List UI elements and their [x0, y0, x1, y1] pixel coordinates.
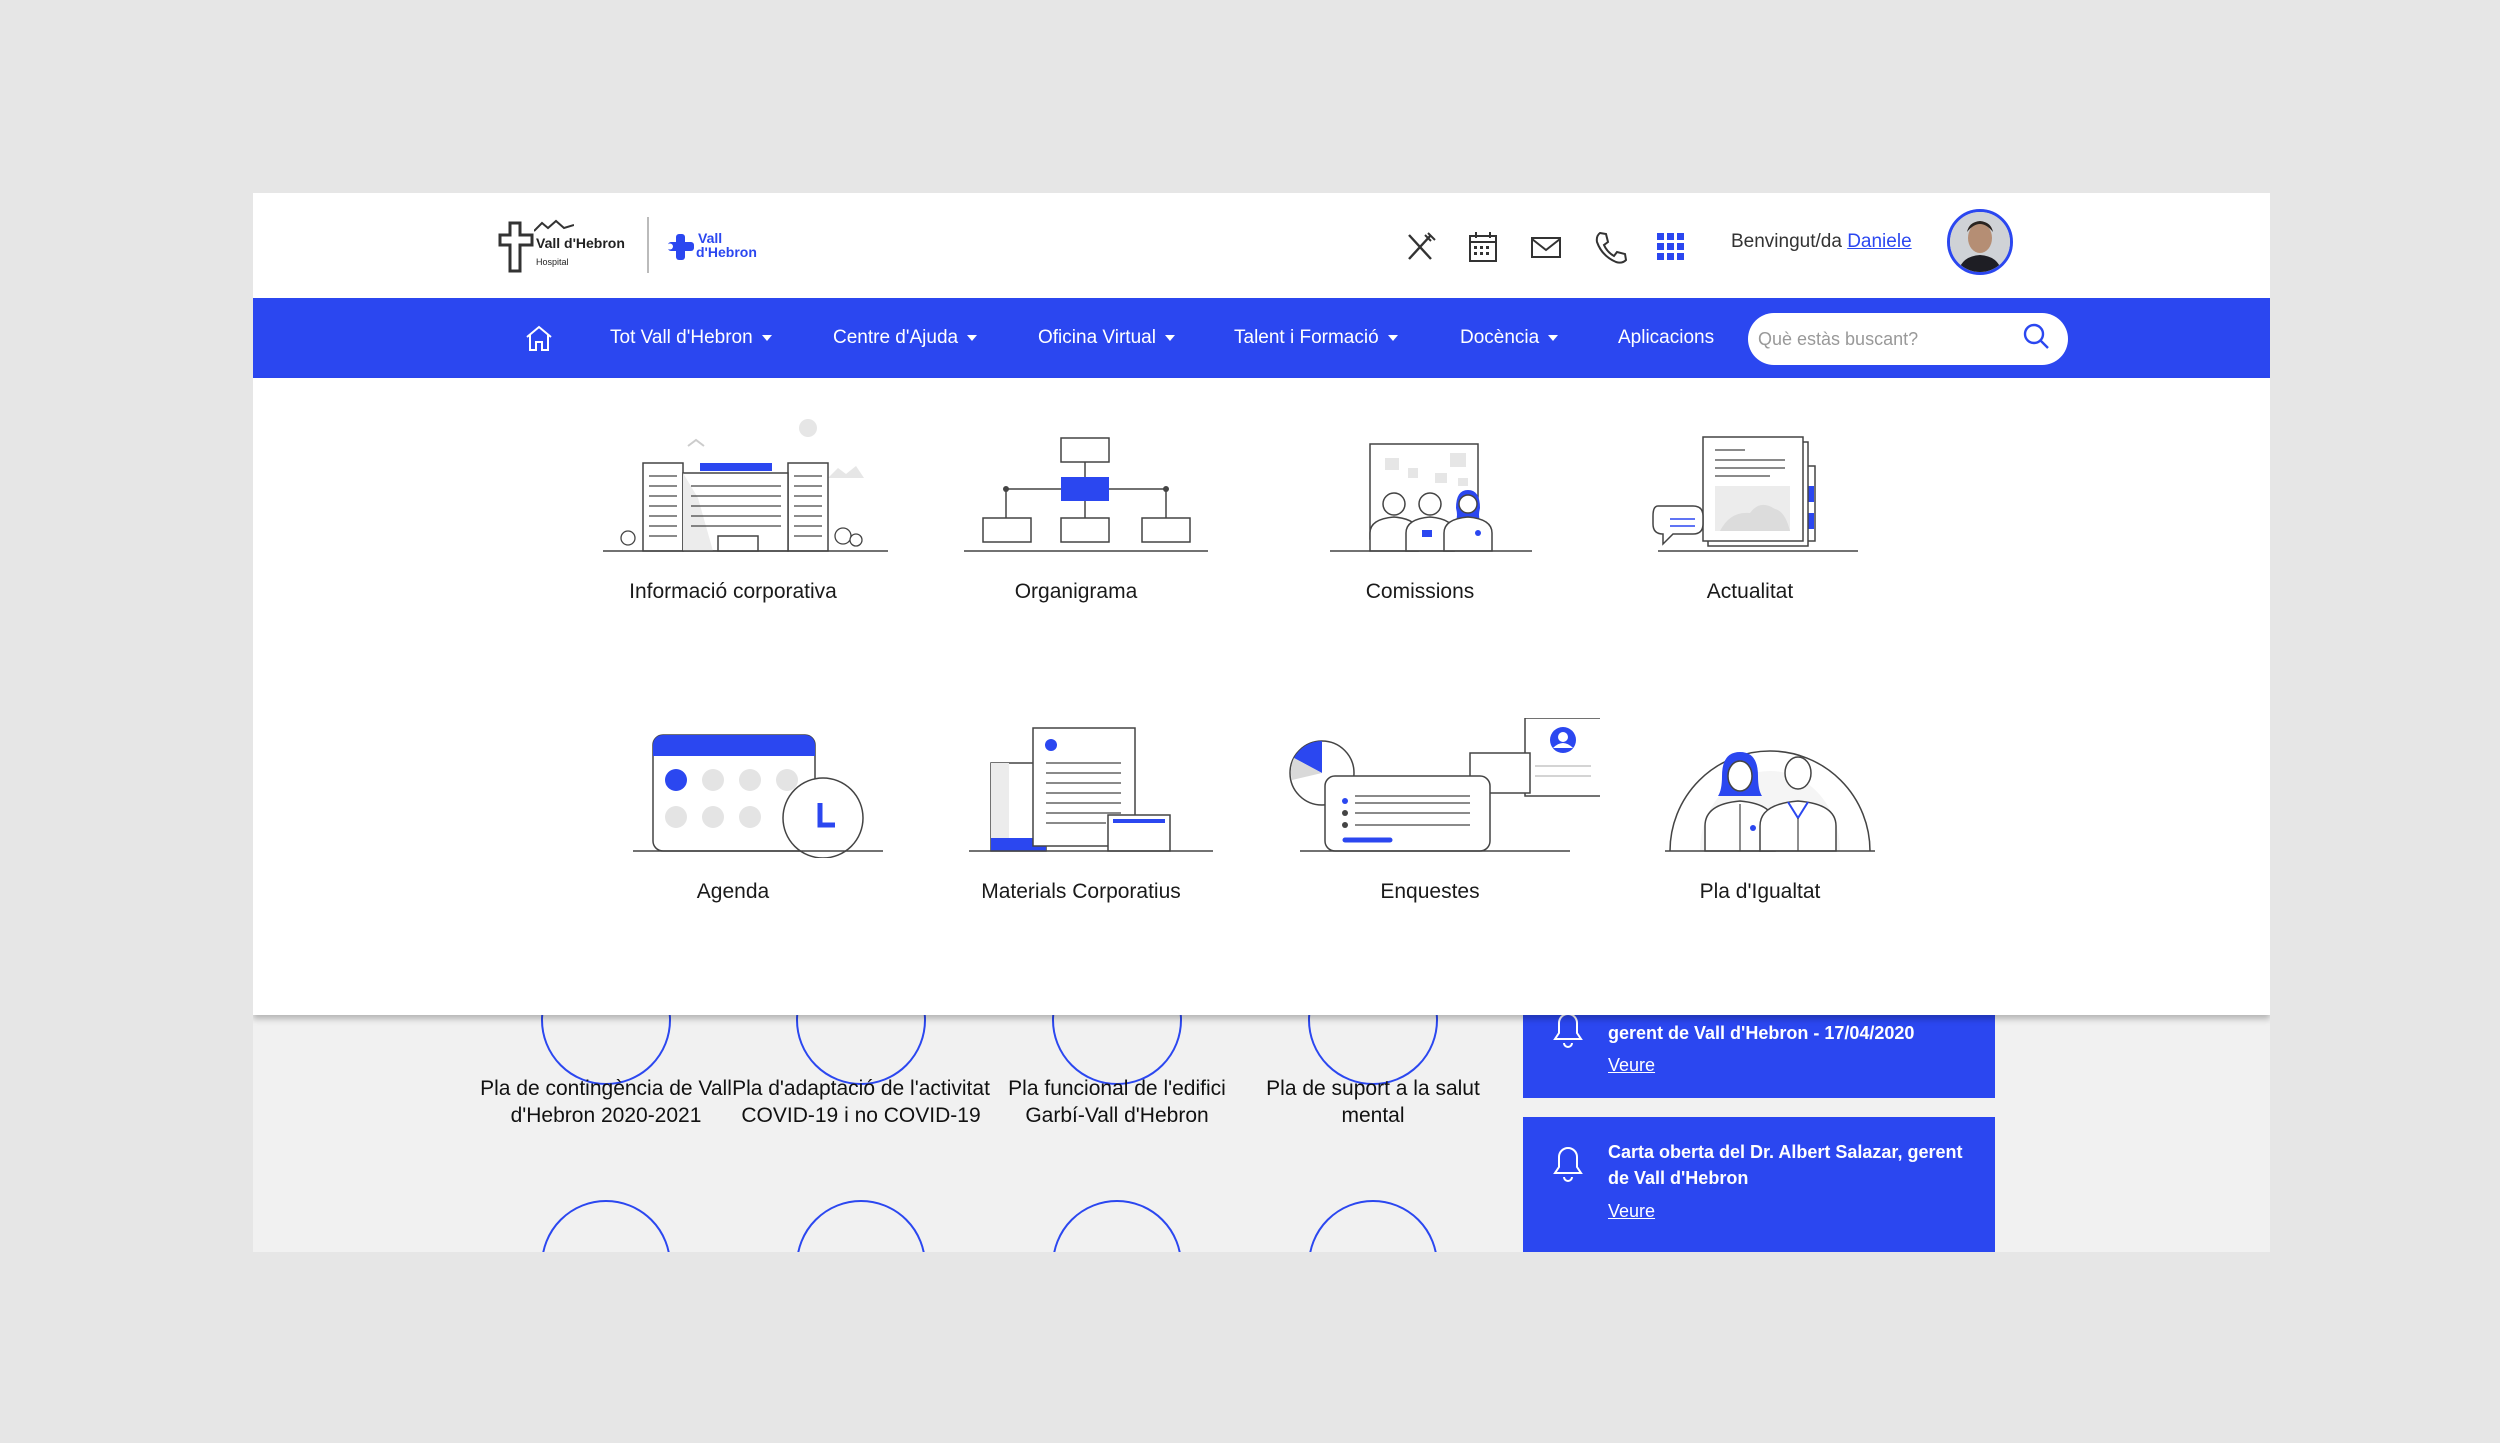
notice-link[interactable]: Veure [1608, 1055, 1655, 1076]
main-nav: Tot Vall d'Hebron Centre d'Ajuda Oficina… [253, 298, 2270, 378]
survey-illustration-icon [1289, 718, 1600, 852]
building-illustration-icon [603, 419, 888, 552]
nav-oficina-virtual[interactable]: Oficina Virtual [1038, 298, 1175, 378]
menu-tile-label: Enquestes [1380, 880, 1480, 903]
equality-illustration-icon [1665, 750, 1875, 852]
hospital-logo-sub: Hospital [536, 257, 569, 267]
top-bar: Vall d'Hebron Hospital Vall d'Hebron Ben… [253, 193, 2270, 298]
mail-icon[interactable] [1528, 229, 1564, 265]
menu-tile-label: Comissions [1365, 580, 1475, 603]
page-content: Pla de contingència de Vall d'Hebron 202… [253, 955, 2270, 1252]
user-avatar-icon [1950, 212, 2010, 272]
plan-circle-icon[interactable] [1308, 1200, 1438, 1252]
plan-circle-icon[interactable] [541, 1200, 671, 1252]
menu-tile-label: Materials Corporatius [981, 880, 1181, 903]
nav-item-label: Talent i Formació [1234, 327, 1379, 348]
apps-grid-icon[interactable] [1653, 229, 1689, 265]
hospital-logo-text: Vall d'Hebron [536, 235, 625, 251]
nav-centre-dajuda[interactable]: Centre d'Ajuda [833, 298, 978, 378]
nav-aplicacions[interactable]: Aplicacions [1618, 298, 1714, 378]
menu-tile-label: Agenda [696, 880, 770, 903]
caret-down-icon [1387, 334, 1398, 341]
plan-link-funcional[interactable]: Pla funcional de l'edifici Garbí-Vall d'… [987, 1075, 1247, 1129]
user-name-link[interactable]: Daniele [1847, 231, 1911, 252]
agenda-illustration-icon [633, 734, 883, 858]
plan-link-contingencia[interactable]: Pla de contingència de Vall d'Hebron 202… [476, 1075, 736, 1129]
phone-icon[interactable] [1591, 229, 1627, 265]
documents-illustration-icon [969, 727, 1213, 852]
nav-item-label: Docència [1460, 327, 1540, 348]
home-icon[interactable] [523, 322, 555, 354]
cross-logo-icon [498, 221, 534, 273]
menu-tile-informacio-corporativa[interactable]: Informació corporativa [583, 418, 888, 604]
logo-divider [647, 217, 649, 273]
nav-docencia[interactable]: Docència [1460, 298, 1559, 378]
caret-down-icon [967, 334, 978, 341]
notice-card: Carta oberta del Dr. Albert Salazar, ger… [1523, 1117, 1995, 1252]
avatar[interactable] [1947, 209, 2013, 275]
vh-cross-logo-icon [667, 234, 694, 260]
notice-title: gerent de Vall d'Hebron - 17/04/2020 [1608, 1023, 1915, 1043]
welcome-text: Benvingut/da Daniele [1731, 231, 1912, 253]
committee-illustration-icon [1330, 443, 1532, 552]
menu-tile-label: Pla d'Igualtat [1699, 880, 1821, 903]
plan-link-adaptacio[interactable]: Pla d'adaptació de l'activitat COVID-19 … [731, 1075, 991, 1129]
portal-window: Vall d'Hebron Hospital Vall d'Hebron Ben… [253, 193, 2270, 1252]
welcome-label: Benvingut/da [1731, 231, 1842, 252]
org-chart-illustration-icon [964, 437, 1208, 552]
menu-tile-pla-digualtat[interactable]: Pla d'Igualtat [1610, 718, 1910, 904]
hospital-logo[interactable]: Vall d'Hebron Hospital [498, 217, 638, 279]
notice-card: gerent de Vall d'Hebron - 17/04/2020 Veu… [1523, 1005, 1995, 1098]
cutlery-icon[interactable] [1403, 229, 1439, 265]
notice-link[interactable]: Veure [1608, 1201, 1655, 1222]
notice-title: Carta oberta del Dr. Albert Salazar, ger… [1608, 1142, 1963, 1188]
menu-tile-agenda[interactable]: Agenda [583, 718, 883, 904]
menu-tile-label: Organigrama [1014, 580, 1138, 603]
menu-tile-label: Actualitat [1706, 580, 1794, 603]
mountain-logo-icon [534, 219, 574, 232]
mega-menu: Informació corporativa Organigrama Comis… [253, 378, 2270, 1015]
bell-icon [1553, 1147, 1583, 1182]
search-box [1748, 313, 2068, 365]
plan-link-salut-mental[interactable]: Pla de suport a la salut mental [1243, 1075, 1503, 1129]
vh-logo-line2: d'Hebron [696, 244, 757, 260]
news-illustration-icon [1652, 436, 1858, 552]
search-icon[interactable] [2018, 319, 2054, 355]
menu-tile-actualitat[interactable]: Actualitat [1600, 418, 1900, 604]
search-input[interactable] [1756, 322, 2010, 356]
menu-tile-organigrama[interactable]: Organigrama [926, 418, 1226, 604]
nav-item-label: Tot Vall d'Hebron [610, 327, 753, 348]
nav-tot-vall-dhebron[interactable]: Tot Vall d'Hebron [610, 298, 772, 378]
nav-item-label: Aplicacions [1618, 327, 1715, 348]
menu-tile-materials-corporatius[interactable]: Materials Corporatius [931, 718, 1231, 904]
caret-down-icon [1548, 334, 1559, 341]
vh-logo-line1: Vall [698, 230, 723, 246]
calendar-icon[interactable] [1465, 229, 1501, 265]
menu-tile-enquestes[interactable]: Enquestes [1280, 718, 1600, 904]
nav-item-label: Oficina Virtual [1038, 327, 1156, 348]
menu-tile-comissions[interactable]: Comissions [1270, 418, 1570, 604]
plan-circle-icon[interactable] [1052, 1200, 1182, 1252]
caret-down-icon [761, 334, 772, 341]
vh-logo[interactable]: Vall d'Hebron [666, 231, 776, 271]
caret-down-icon [1164, 334, 1175, 341]
plan-circle-icon[interactable] [796, 1200, 926, 1252]
nav-talent-i-formacio[interactable]: Talent i Formació [1234, 298, 1398, 378]
nav-item-label: Centre d'Ajuda [833, 327, 959, 348]
menu-tile-label: Informació corporativa [629, 580, 837, 603]
